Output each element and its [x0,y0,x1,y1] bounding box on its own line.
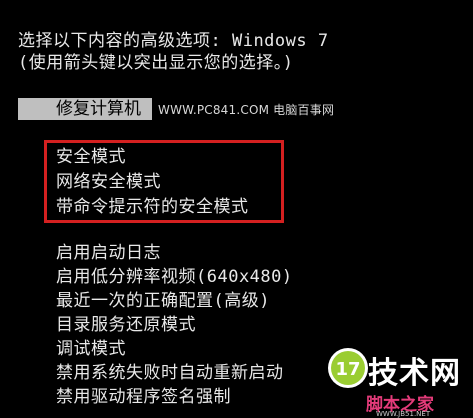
option-disable-auto-restart[interactable]: 禁用系统失败时自动重新启动 [56,362,284,384]
header-instructions: (使用箭头键以突出显示您的选择。) [18,53,294,73]
site-logo: 17 技术网 脚本之家 WWW.JB51.NET [326,346,473,418]
option-low-resolution-video[interactable]: 启用低分辨率视频(640x480) [56,266,293,288]
boot-options-screen: 选择以下内容的高级选项: Windows 7 (使用箭头键以突出显示您的选择。)… [0,0,473,418]
option-safe-mode-command-prompt[interactable]: 带命令提示符的安全模式 [56,196,249,218]
option-disable-driver-signature[interactable]: 禁用驱动程序签名强制 [56,386,231,408]
header-title: 选择以下内容的高级选项: Windows 7 [18,31,329,51]
svg-text:17: 17 [335,359,360,380]
option-safe-mode-networking[interactable]: 网络安全模式 [56,171,161,193]
option-debugging-mode[interactable]: 调试模式 [56,338,126,360]
17-circle-logo-icon: 17 [328,348,368,388]
site-watermark: WWW.PC841.COM 电脑百事网 [158,103,335,117]
logo-url: WWW.JB51.NET [376,410,431,418]
option-last-known-good[interactable]: 最近一次的正确配置(高级) [56,290,270,312]
option-safe-mode[interactable]: 安全模式 [56,146,126,168]
logo-text: 技术网 [368,356,461,391]
option-enable-boot-logging[interactable]: 启用启动日志 [56,242,161,264]
option-directory-services-restore[interactable]: 目录服务还原模式 [56,314,196,336]
option-repair-computer[interactable]: 修复计算机 [56,98,141,120]
